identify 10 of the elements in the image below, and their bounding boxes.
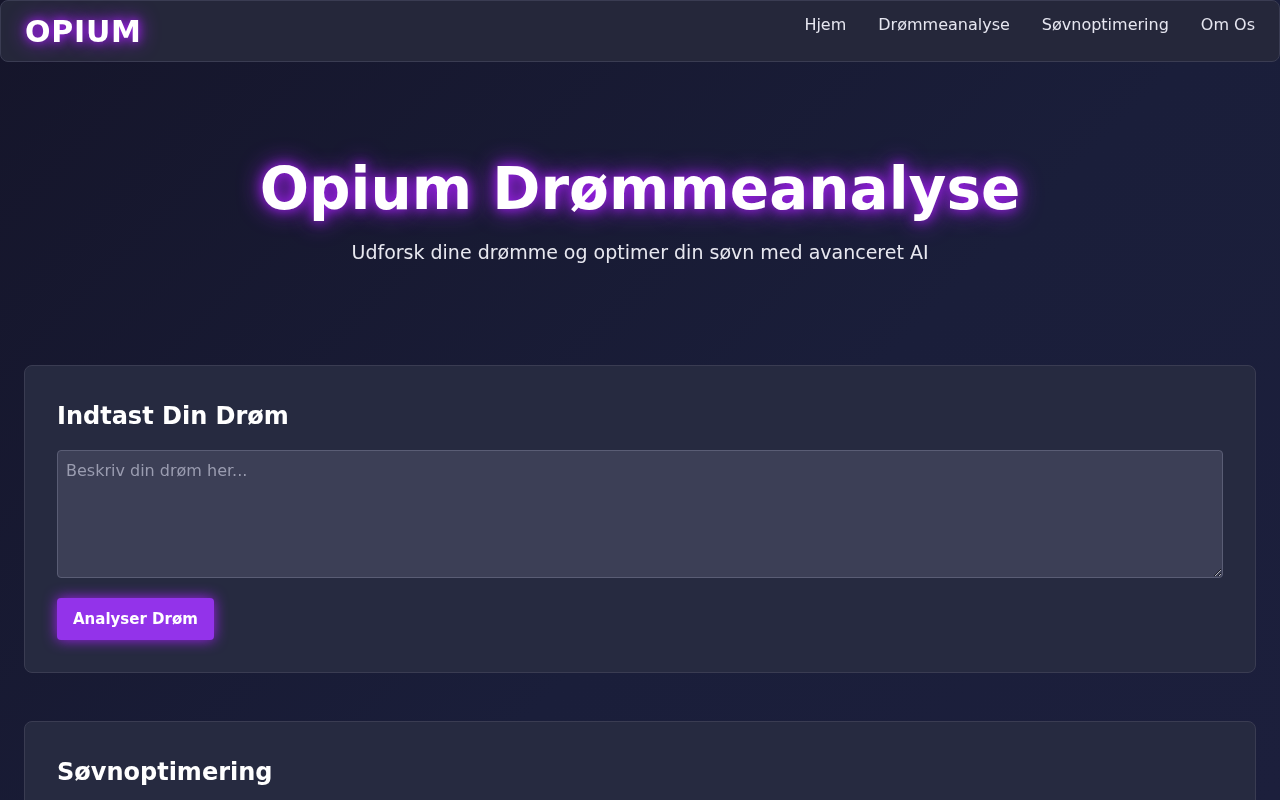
- hero-subtitle: Udforsk dine drømme og optimer din søvn med avanceret AI: [351, 240, 929, 265]
- nav-link[interactable]: Hjem: [804, 13, 847, 37]
- nav-link[interactable]: Drømmeanalyse: [878, 13, 1010, 37]
- nav-link[interactable]: Om Os: [1200, 13, 1255, 37]
- brand-logo[interactable]: OPIUM: [25, 8, 142, 54]
- card-heading: Indtast Din Drøm: [57, 400, 290, 432]
- dream-input-field[interactable]: Beskriv din drøm her...: [57, 449, 1223, 578]
- nav-link[interactable]: Søvnoptimering: [1041, 13, 1169, 37]
- analyze-button[interactable]: Analyser Drøm: [57, 597, 214, 640]
- card-heading: Søvnoptimering: [57, 757, 274, 788]
